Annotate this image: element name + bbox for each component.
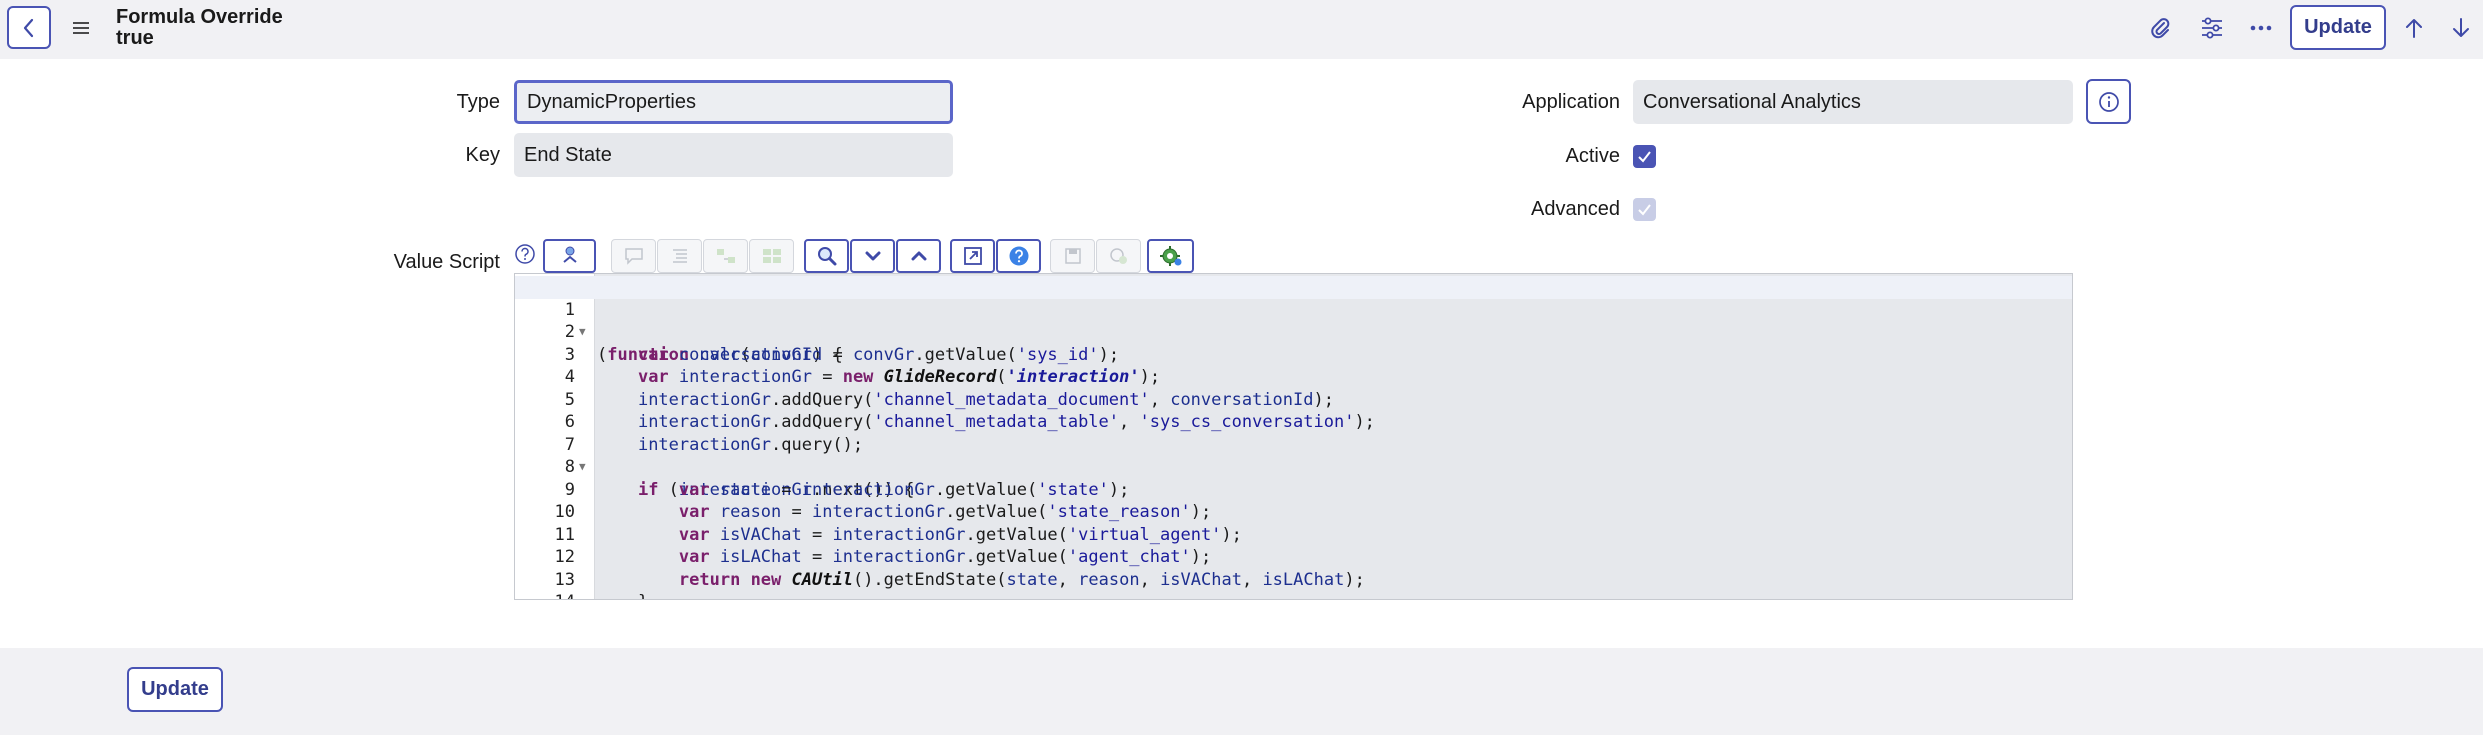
code-line: 1 ▼ (function calc(convGr) { xyxy=(515,276,2072,365)
code-line: 6 interactionGr.query(); xyxy=(515,389,2072,455)
chevron-down-icon xyxy=(865,251,880,261)
syntax-toggle-icon xyxy=(562,246,577,263)
advanced-label: Advanced xyxy=(1531,198,1620,220)
code-line: 5 interactionGr.addQuery('channel_metada… xyxy=(515,366,2072,433)
replace-button xyxy=(703,239,748,273)
check-icon xyxy=(1638,204,1651,216)
type-field[interactable]: DynamicProperties xyxy=(514,80,953,124)
title-line-2: true xyxy=(116,27,154,49)
previous-record-button[interactable] xyxy=(2396,10,2432,46)
hamburger-menu-icon xyxy=(73,22,89,34)
code-line: 14 })(convGr); xyxy=(515,569,2072,599)
record-title: Formula Override true xyxy=(116,7,283,49)
find-previous-button[interactable] xyxy=(896,239,941,273)
expand-icon xyxy=(963,247,982,265)
code-line: 13 } xyxy=(515,546,2072,600)
format-button xyxy=(657,239,702,273)
code-line: 3 var interactionGr = new GlideRecord('i… xyxy=(515,321,2072,388)
code-line: 2 var conversationId = convGr.getValue('… xyxy=(515,299,2072,365)
back-button[interactable] xyxy=(7,6,51,49)
help-circle-icon xyxy=(515,244,535,264)
save-script-button xyxy=(1050,239,1095,273)
settings-gear-icon xyxy=(1159,246,1181,266)
chevron-left-icon xyxy=(23,18,34,37)
more-options-button[interactable] xyxy=(2243,10,2279,46)
debug-icon xyxy=(1109,248,1127,264)
form-footer xyxy=(0,648,2483,735)
find-next-button[interactable] xyxy=(850,239,895,273)
arrow-up-icon xyxy=(2406,19,2422,38)
replace-all-icon xyxy=(762,249,781,263)
script-help-button[interactable] xyxy=(996,239,1041,273)
search-button[interactable] xyxy=(804,239,849,273)
update-button-top[interactable]: Update xyxy=(2290,5,2386,50)
arrow-down-icon xyxy=(2453,18,2469,37)
code-editor[interactable]: 1 ▼ (function calc(convGr) { 2 var conve… xyxy=(514,273,2073,600)
format-icon xyxy=(672,249,687,263)
code-line: 4 interactionGr.addQuery('channel_metada… xyxy=(515,344,2072,410)
info-icon xyxy=(2098,91,2119,112)
more-horizontal-icon xyxy=(2250,25,2272,31)
paperclip-icon xyxy=(2151,18,2170,39)
comment-button xyxy=(611,239,656,273)
key-field[interactable]: End State xyxy=(514,133,953,177)
code-line: 10 var isVAChat = interactionGr.getValue… xyxy=(515,479,2072,545)
check-icon xyxy=(1638,151,1651,163)
type-label: Type xyxy=(456,91,500,113)
help-button[interactable] xyxy=(514,243,536,265)
search-icon xyxy=(817,247,836,266)
next-record-button[interactable] xyxy=(2443,10,2479,46)
value-script-label: Value Script xyxy=(393,251,500,273)
chevron-up-icon xyxy=(911,251,926,261)
advanced-checkbox xyxy=(1633,198,1656,221)
context-menu-button[interactable] xyxy=(66,13,96,43)
line-number: 14 xyxy=(515,591,575,599)
active-label: Active xyxy=(1565,145,1620,167)
application-field[interactable]: Conversational Analytics xyxy=(1633,80,2073,124)
replace-icon xyxy=(716,249,735,263)
application-info-button[interactable] xyxy=(2086,79,2131,124)
update-button-bottom[interactable]: Update xyxy=(127,667,223,712)
code-line: 8 var state = interactionGr.getValue('st… xyxy=(515,434,2072,500)
personalize-button[interactable] xyxy=(2194,10,2230,46)
comment-icon xyxy=(624,248,643,265)
sliders-icon xyxy=(2202,17,2222,39)
script-debugger-button xyxy=(1096,239,1141,273)
fullscreen-button[interactable] xyxy=(950,239,995,273)
save-icon xyxy=(1064,248,1081,264)
code-line: 9 var reason = interactionGr.getValue('s… xyxy=(515,456,2072,523)
form-header: Formula Override true Update xyxy=(0,0,2483,59)
active-checkbox[interactable] xyxy=(1633,145,1656,168)
code-line: 7 ▼ if (interactionGr.next()) { xyxy=(515,411,2072,500)
attachment-button[interactable] xyxy=(2142,10,2178,46)
application-label: Application xyxy=(1522,91,1620,113)
code-line: 12 return new CAUtil().getEndState(state… xyxy=(515,524,2072,590)
toggle-syntax-button[interactable] xyxy=(543,239,596,273)
key-label: Key xyxy=(465,144,500,166)
script-tree-button[interactable] xyxy=(1147,239,1194,273)
question-icon xyxy=(1009,246,1028,266)
replace-all-button xyxy=(749,239,794,273)
code-text: } xyxy=(597,591,648,599)
title-line-1: Formula Override xyxy=(116,6,283,28)
code-line: 11 var isLAChat = interactionGr.getValue… xyxy=(515,501,2072,568)
